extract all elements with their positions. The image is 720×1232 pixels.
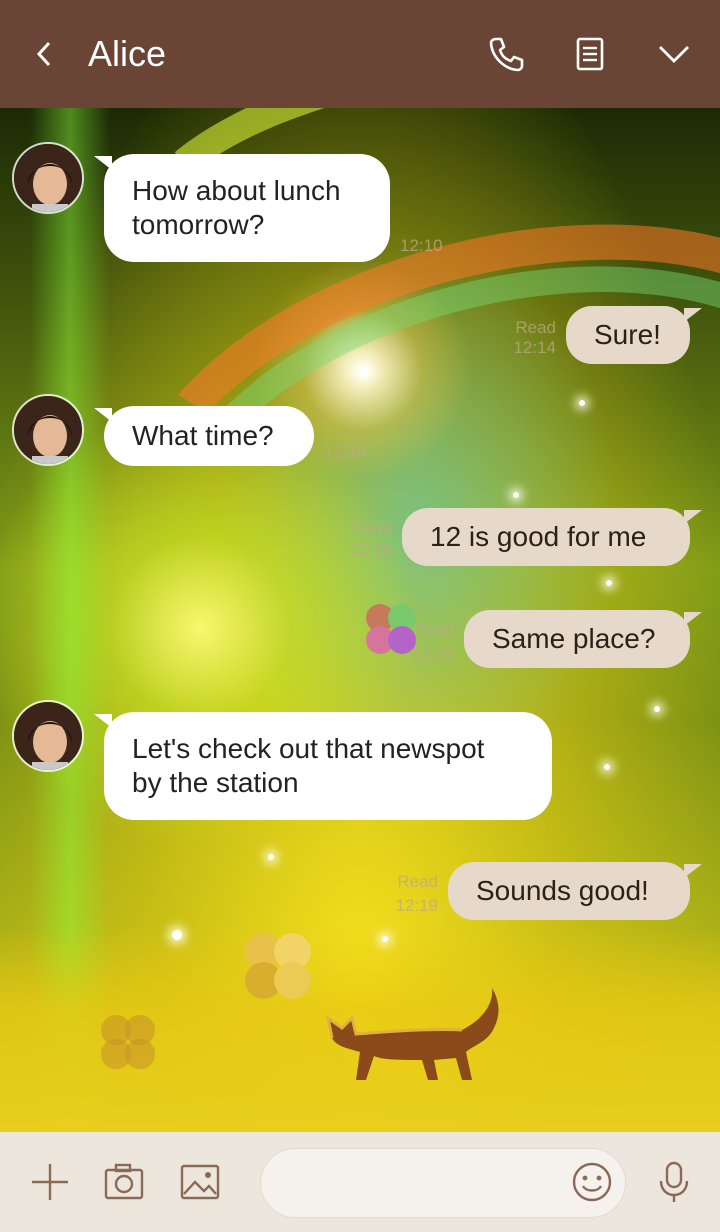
sparkle xyxy=(654,706,660,712)
image-icon xyxy=(180,1164,220,1200)
emoji-icon xyxy=(572,1162,612,1202)
bubble-tail xyxy=(684,864,702,878)
camera-icon xyxy=(104,1163,144,1200)
microphone-icon xyxy=(659,1161,689,1202)
message-bubble-in[interactable]: Let's check out that newspot by the stat… xyxy=(104,712,552,820)
chat-header: Alice xyxy=(0,0,720,108)
message-bubble-out[interactable]: Sounds good! xyxy=(448,862,690,920)
sparkle xyxy=(604,764,610,770)
glitter-cat-icon xyxy=(325,988,499,1080)
notes-button[interactable] xyxy=(566,30,614,78)
camera-button[interactable] xyxy=(100,1158,148,1206)
call-button[interactable] xyxy=(482,30,530,78)
message-text: Sure! xyxy=(594,319,661,350)
message-time: 12:14 xyxy=(513,338,556,357)
sparkle xyxy=(606,580,612,586)
clover-icon xyxy=(245,933,311,999)
bubble-tail xyxy=(684,612,702,626)
read-receipt: Read xyxy=(397,872,438,891)
phone-icon xyxy=(489,37,524,72)
avatar[interactable] xyxy=(12,394,84,466)
add-button[interactable] xyxy=(26,1158,74,1206)
chevron-left-icon xyxy=(36,41,51,67)
avatar[interactable] xyxy=(12,142,84,214)
message-time: 12:16 xyxy=(349,540,392,559)
read-receipt: Read xyxy=(515,318,556,337)
read-receipt: Read xyxy=(413,620,454,639)
sparkle xyxy=(359,367,369,377)
avatar[interactable] xyxy=(12,700,84,772)
sparkle xyxy=(172,930,182,940)
message-bubble-out[interactable]: Sure! xyxy=(566,306,690,364)
message-text: What time? xyxy=(132,420,274,451)
clover-icon xyxy=(100,1014,156,1070)
back-button[interactable] xyxy=(26,34,62,74)
bubble-tail xyxy=(684,308,702,322)
message-text: Sounds good! xyxy=(476,875,649,906)
message-text: Let's check out that newspot xyxy=(132,733,485,764)
message-time: 12:19 xyxy=(395,896,438,915)
sparkle xyxy=(579,400,585,406)
sparkle xyxy=(513,492,519,498)
message-bubble-out[interactable]: Same place? xyxy=(464,610,690,668)
message-text: tomorrow? xyxy=(132,209,265,240)
message-text: Same place? xyxy=(492,623,656,654)
message-time: 12:14 xyxy=(324,442,367,461)
sparkle xyxy=(268,854,274,860)
message-time: 12:10 xyxy=(400,236,443,255)
menu-button[interactable] xyxy=(650,30,698,78)
message-bubble-in[interactable]: How about lunch tomorrow? xyxy=(104,154,390,262)
bubble-tail xyxy=(684,510,702,524)
sparkle xyxy=(382,936,388,942)
message-text: by the station xyxy=(132,767,299,798)
message-bubble-in[interactable]: What time? xyxy=(104,406,314,466)
chat-title: Alice xyxy=(88,33,167,74)
chevron-down-icon xyxy=(659,46,689,63)
message-input-bar xyxy=(0,1132,720,1232)
emoji-button[interactable] xyxy=(568,1158,616,1206)
message-text: How about lunch xyxy=(132,175,341,206)
image-button[interactable] xyxy=(176,1158,224,1206)
plus-icon xyxy=(32,1164,68,1200)
voice-button[interactable] xyxy=(650,1158,698,1206)
message-bubble-out[interactable]: 12 is good for me xyxy=(402,508,690,566)
read-receipt: Read xyxy=(351,518,392,537)
message-time: 12:16 xyxy=(411,644,454,663)
message-text: 12 is good for me xyxy=(430,521,647,552)
notes-icon xyxy=(576,37,604,71)
